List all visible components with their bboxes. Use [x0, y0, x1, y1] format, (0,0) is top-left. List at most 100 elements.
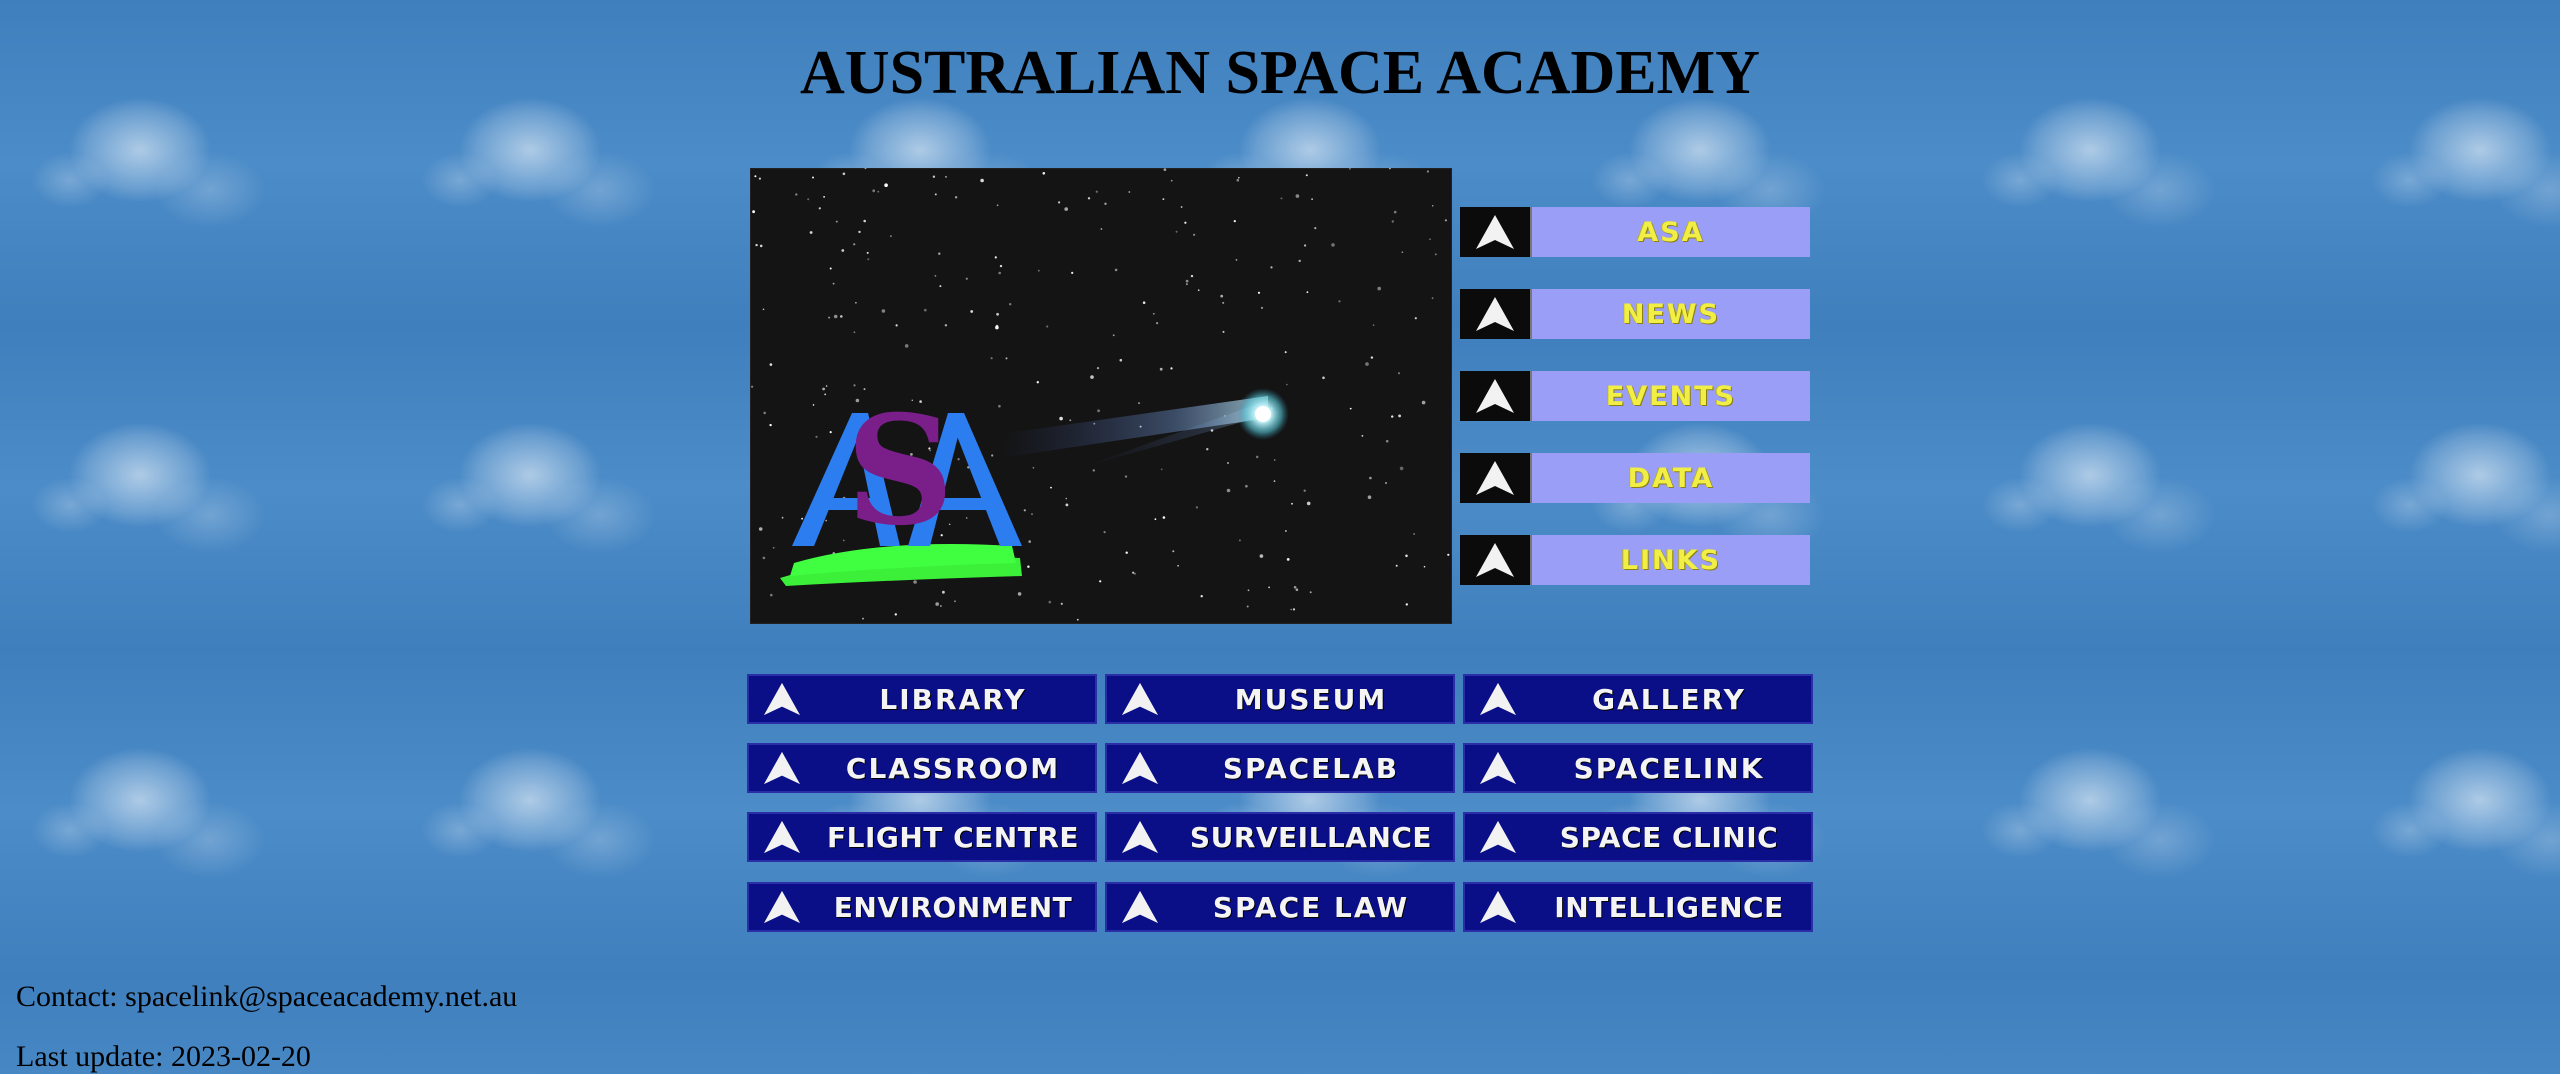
comet-starfield-illustration: S [751, 168, 1450, 621]
nav-spacelab-button[interactable]: SPACELAB [1105, 743, 1455, 793]
star [1421, 400, 1426, 405]
arrow-up-icon [747, 882, 817, 932]
star [895, 324, 898, 327]
star [1175, 230, 1178, 233]
star [1132, 571, 1135, 574]
star [1405, 603, 1408, 606]
nav-label: CLASSROOM [845, 751, 1061, 785]
nav-classroom-button[interactable]: CLASSROOM [747, 743, 1097, 793]
nav-links-button[interactable]: LINKS [1460, 535, 1810, 585]
nav-library-button[interactable]: LIBRARY [747, 674, 1097, 724]
nav-label: LIBRARY [879, 682, 1027, 716]
star [1309, 591, 1312, 594]
star [1268, 586, 1270, 589]
nav-space-law-button[interactable]: SPACE LAW [1105, 882, 1455, 932]
star [823, 196, 825, 198]
star [1134, 572, 1136, 575]
star [1295, 194, 1300, 198]
star [1426, 170, 1429, 173]
star [1087, 197, 1091, 200]
star [1423, 565, 1426, 568]
nav-spacelink-button[interactable]: SPACELINK [1463, 743, 1813, 793]
star [1393, 210, 1397, 214]
nav-data-button[interactable]: DATA [1460, 453, 1810, 503]
star [1162, 516, 1166, 519]
star [867, 258, 870, 261]
star [1338, 300, 1341, 303]
star [996, 312, 999, 316]
star [1009, 303, 1012, 306]
star [1125, 551, 1128, 554]
nav-surveillance-button[interactable]: SURVEILLANCE [1105, 812, 1455, 862]
nav-label: SPACELINK [1573, 751, 1765, 785]
star [1259, 554, 1264, 558]
star [998, 404, 1001, 408]
star [1046, 325, 1049, 328]
star [795, 193, 798, 196]
star [1405, 554, 1408, 558]
nav-label: SPACE CLINIC [1559, 820, 1779, 854]
star [944, 324, 948, 327]
star [855, 302, 857, 304]
star [1270, 266, 1273, 269]
star [858, 230, 861, 234]
arrow-up-icon [1460, 535, 1532, 585]
star [1304, 244, 1307, 247]
star [1119, 358, 1123, 362]
star [801, 517, 803, 520]
asa-logo: S [780, 383, 1022, 586]
star [1206, 448, 1209, 451]
nav-gallery-button[interactable]: GALLERY [1463, 674, 1813, 724]
arrow-up-icon [1463, 812, 1533, 862]
nav-events-button[interactable]: EVENTS [1460, 371, 1810, 421]
star [812, 404, 815, 406]
star [812, 176, 814, 179]
star [853, 331, 856, 334]
star [945, 176, 947, 178]
nav-museum-button[interactable]: MUSEUM [1105, 674, 1455, 724]
star [1322, 376, 1325, 380]
star [772, 546, 775, 549]
nav-environment-button[interactable]: ENVIRONMENT [747, 882, 1097, 932]
nav-label: SURVEILLANCE [1189, 820, 1433, 854]
star [763, 411, 766, 415]
nav-intelligence-button[interactable]: INTELLIGENCE [1463, 882, 1813, 932]
star [913, 580, 917, 584]
star [1156, 322, 1159, 325]
star [1172, 550, 1175, 553]
star [1090, 375, 1094, 379]
arrow-up-icon [1105, 674, 1175, 724]
star [1398, 414, 1401, 418]
star [934, 275, 937, 277]
star [809, 231, 813, 234]
star [1290, 608, 1293, 611]
star [1104, 202, 1107, 205]
star [1200, 595, 1203, 598]
star [1028, 540, 1031, 543]
nav-label: INTELLIGENCE [1554, 890, 1784, 924]
star [995, 324, 999, 328]
nav-label: DATA [1532, 453, 1810, 503]
star [1385, 482, 1387, 484]
star [1429, 238, 1431, 241]
contact-email-link[interactable]: spacelink@spaceacademy.net.au [125, 980, 517, 1013]
star [1331, 243, 1335, 247]
star [957, 458, 960, 461]
star [1112, 334, 1115, 337]
star [1065, 503, 1069, 507]
star [1042, 172, 1046, 175]
star [965, 517, 968, 519]
star [1293, 586, 1297, 589]
nav-label: FLIGHT CENTRE [826, 820, 1080, 854]
star [894, 613, 897, 616]
nav-news-button[interactable]: NEWS [1460, 289, 1810, 339]
nav-space-clinic-button[interactable]: SPACE CLINIC [1463, 812, 1813, 862]
nav-flight-centre-button[interactable]: FLIGHT CENTRE [747, 812, 1097, 862]
star [980, 178, 984, 183]
star [1197, 289, 1200, 291]
star [994, 256, 997, 259]
star [769, 423, 772, 427]
star [1138, 402, 1140, 405]
star [832, 282, 835, 285]
nav-asa-button[interactable]: ASA [1460, 207, 1810, 257]
